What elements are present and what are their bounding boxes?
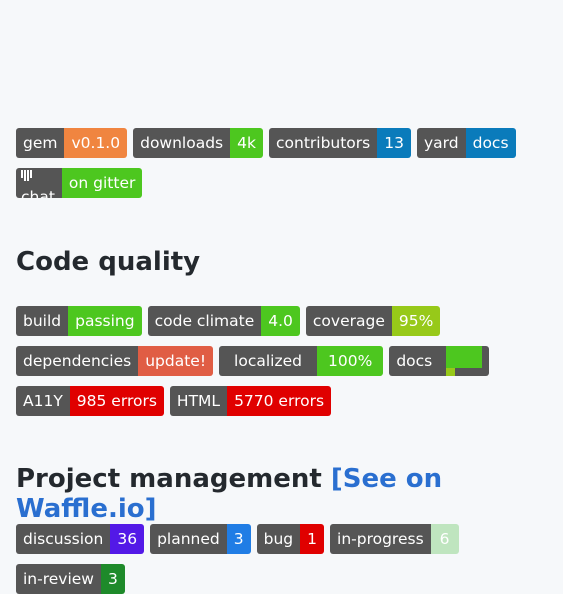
yard-docs-badge[interactable]: yard docs bbox=[416, 128, 516, 158]
yard-value: docs bbox=[465, 128, 516, 158]
downloads-badge[interactable]: downloads 4k bbox=[133, 128, 263, 158]
docs-coverage-segment bbox=[446, 368, 456, 376]
planned-badge[interactable]: planned 3 bbox=[150, 524, 251, 554]
dependencies-badge[interactable]: dependencies update! bbox=[16, 346, 214, 376]
contributors-value: 13 bbox=[377, 128, 411, 158]
a11y-value: 985 errors bbox=[69, 386, 164, 416]
bug-value: 1 bbox=[300, 524, 325, 554]
badges-top-row: gem v0.1.0 downloads 4k contributors 13 yar… bbox=[16, 128, 516, 158]
discussion-badge[interactable]: discussion 36 bbox=[16, 524, 145, 554]
docs-coverage-segment bbox=[446, 346, 483, 368]
coverage-value: 95% bbox=[391, 306, 441, 336]
a11y-badge[interactable]: A11Y 985 errors bbox=[16, 386, 164, 416]
gem-badge[interactable]: gem v0.1.0 bbox=[16, 128, 128, 158]
code-quality-row-3: A11Y 985 errors HTML 5770 errors bbox=[16, 386, 332, 416]
bug-badge[interactable]: bug 1 bbox=[256, 524, 325, 554]
coverage-badge[interactable]: coverage 95% bbox=[305, 306, 441, 336]
project-management-title: Project management bbox=[16, 464, 322, 494]
localized-badge[interactable]: localized 100% bbox=[219, 346, 384, 376]
discussion-value: 36 bbox=[110, 524, 145, 554]
planned-value: 3 bbox=[226, 524, 251, 554]
code-climate-value: 4.0 bbox=[261, 306, 300, 336]
project-management-heading: Project management [See on Waffle.io] bbox=[16, 464, 563, 524]
gitter-value: on gitter bbox=[61, 168, 143, 198]
code-quality-row-2: dependencies update! localized 100% docs bbox=[16, 346, 490, 376]
dependencies-value: update! bbox=[138, 346, 214, 376]
gitter-label: chat bbox=[21, 188, 55, 198]
project-management-row-1: discussion 36 planned 3 bug 1 in-progress 6 bbox=[16, 524, 459, 554]
localized-value: 100% bbox=[316, 346, 384, 376]
html-badge[interactable]: HTML 5770 errors bbox=[169, 386, 332, 416]
gitter-row: chat on gitter bbox=[16, 168, 143, 198]
code-climate-badge[interactable]: code climate 4.0 bbox=[147, 306, 300, 336]
build-badge[interactable]: build passing bbox=[16, 306, 142, 336]
in-progress-badge[interactable]: in-progress 6 bbox=[330, 524, 459, 554]
downloads-value: 4k bbox=[230, 128, 263, 158]
html-value: 5770 errors bbox=[227, 386, 332, 416]
code-quality-row-1: build passing code climate 4.0 coverage 95% bbox=[16, 306, 441, 336]
gitter-icon bbox=[21, 168, 45, 182]
gem-value: v0.1.0 bbox=[64, 128, 128, 158]
code-quality-heading: Code quality bbox=[16, 247, 201, 277]
in-progress-value: 6 bbox=[430, 524, 459, 554]
build-value: passing bbox=[68, 306, 142, 336]
docs-coverage-bar bbox=[439, 346, 490, 376]
docs-badge[interactable]: docs bbox=[389, 346, 490, 376]
contributors-badge[interactable]: contributors 13 bbox=[268, 128, 411, 158]
gitter-badge[interactable]: chat on gitter bbox=[16, 168, 143, 198]
